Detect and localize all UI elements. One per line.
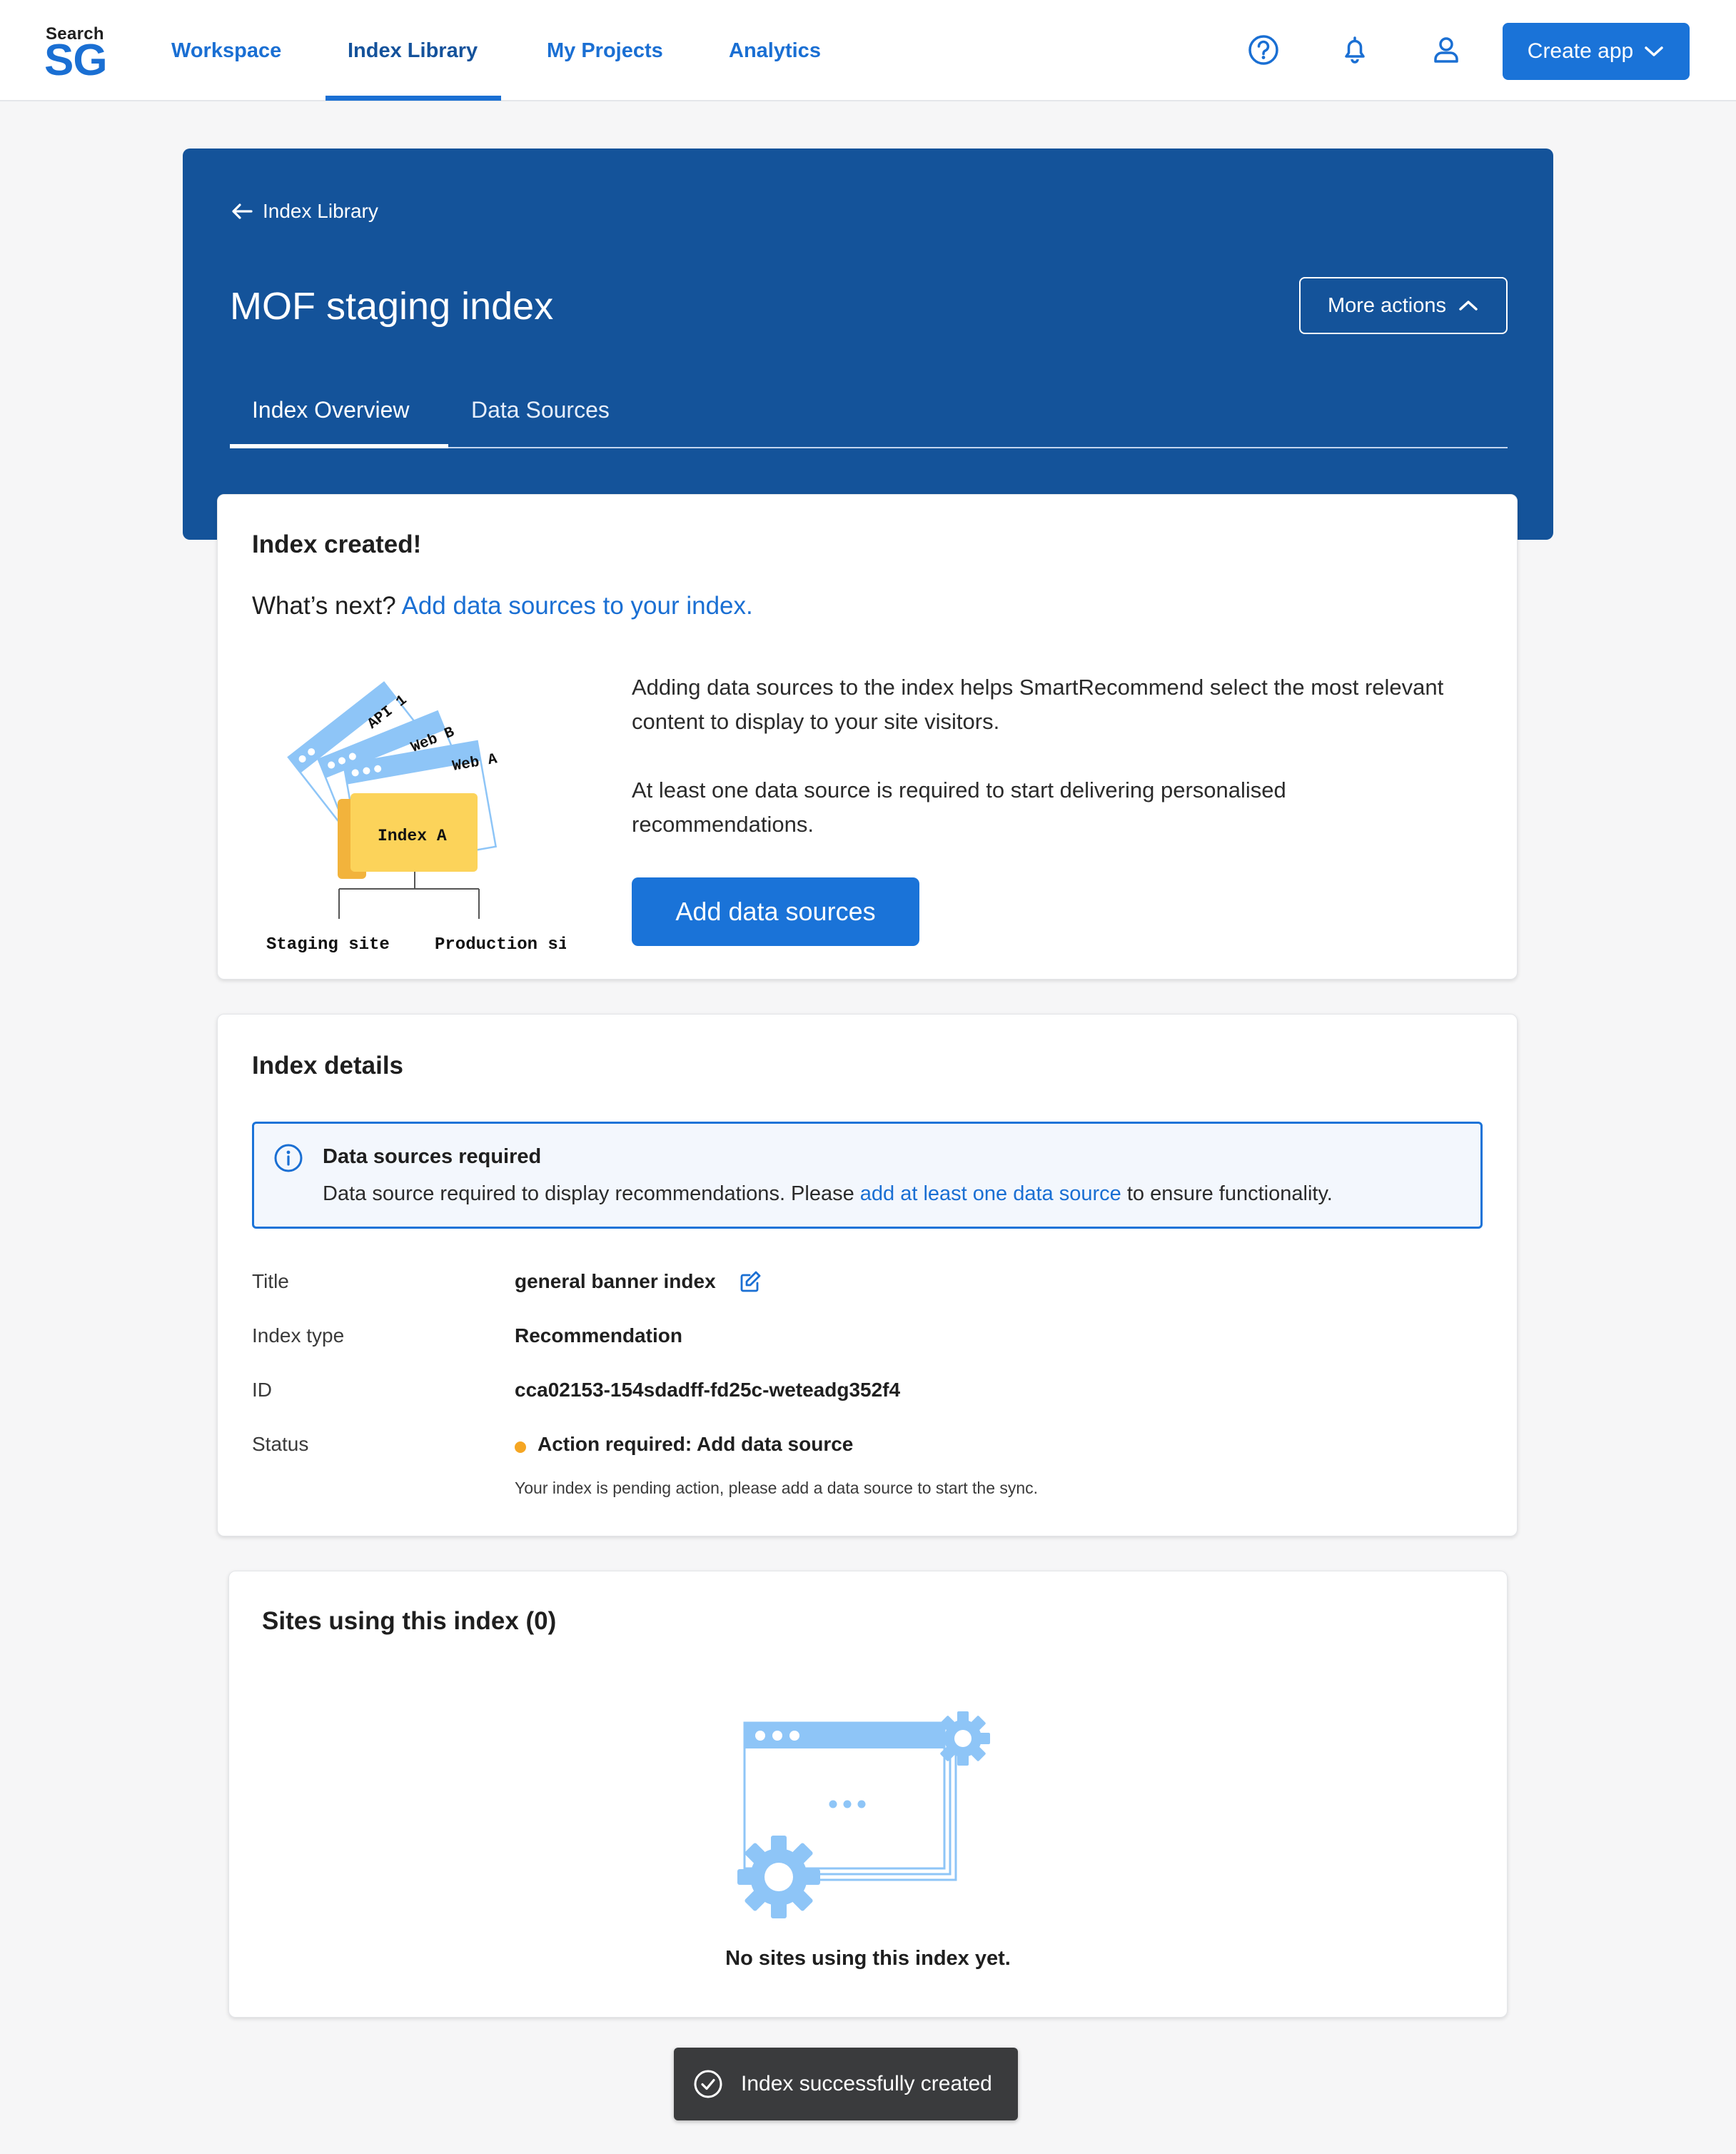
nav-my-projects[interactable]: My Projects: [547, 0, 663, 101]
sites-card-title: Sites using this index (0): [262, 1607, 557, 1635]
folder-label: Index A: [378, 827, 447, 845]
tab-index-overview[interactable]: Index Overview: [252, 397, 410, 423]
alert-text-prefix: Data source required to display recommen…: [323, 1182, 860, 1205]
create-app-button[interactable]: Create app: [1503, 23, 1690, 80]
info-icon: [274, 1144, 303, 1172]
sites-card: Sites using this index (0) No sites usin…: [228, 1571, 1508, 2018]
nav-analytics[interactable]: Analytics: [729, 0, 821, 101]
whats-next-prefix: What’s next?: [252, 592, 402, 620]
edit-icon[interactable]: [737, 1269, 763, 1294]
detail-value-title: general banner index: [515, 1270, 716, 1292]
index-details-title: Index details: [252, 1052, 404, 1079]
page-title: MOF staging index: [230, 285, 554, 328]
check-circle-icon: [694, 2070, 722, 2098]
status-note: Your index is pending action, please add…: [515, 1479, 1039, 1497]
index-illustration: API 1 Web B Web A Index A Staging site P…: [266, 681, 566, 955]
production-site-label: Production site: [435, 935, 566, 955]
detail-value-index-type: Recommendation: [515, 1324, 682, 1347]
more-actions-button[interactable]: More actions: [1299, 277, 1508, 334]
tab-active-indicator: [230, 444, 448, 448]
bell-icon[interactable]: [1336, 31, 1373, 69]
index-details-card: Index details Data sources required Data…: [217, 1014, 1518, 1536]
detail-value-status: Action required: Add data source: [538, 1433, 854, 1455]
searchsg-logo[interactable]: Search SG: [44, 21, 108, 86]
detail-label-id: ID: [252, 1379, 272, 1401]
nav-active-indicator: [326, 96, 501, 101]
empty-sites-illustration: [737, 1711, 990, 1918]
create-app-label: Create app: [1527, 39, 1634, 63]
index-header: Index Library MOF staging index More act…: [183, 149, 1553, 540]
tab-data-sources[interactable]: Data Sources: [471, 397, 610, 423]
alert-text: Data source required to display recommen…: [323, 1182, 1333, 1206]
empty-sites-message: No sites using this index yet.: [725, 1947, 1011, 1970]
user-icon[interactable]: [1428, 31, 1465, 69]
index-created-card: Index created! What’s next? Add data sou…: [217, 494, 1518, 980]
back-link-label: Index Library: [263, 200, 378, 222]
requirement-paragraph: At least one data source is required to …: [632, 777, 1286, 837]
chevron-down-icon: [1645, 46, 1663, 56]
status-indicator-dot: [515, 1441, 526, 1453]
detail-label-index-type: Index type: [252, 1324, 345, 1347]
top-navigation: Search SG Workspace Index Library My Pro…: [0, 0, 1736, 101]
more-actions-label: More actions: [1327, 293, 1446, 317]
arrow-left-icon: [232, 203, 253, 219]
nav-workspace[interactable]: Workspace: [171, 0, 281, 101]
help-icon[interactable]: [1245, 31, 1282, 69]
data-sources-alert: Data sources required Data source requir…: [252, 1122, 1483, 1229]
alert-title: Data sources required: [323, 1145, 542, 1168]
toast-message: Index successfully created: [741, 2072, 992, 2095]
staging-site-label: Staging site: [266, 935, 390, 955]
add-data-source-link[interactable]: add at least one data source: [860, 1182, 1121, 1205]
add-data-sources-button[interactable]: Add data sources: [632, 877, 919, 946]
back-to-index-library[interactable]: Index Library: [230, 200, 378, 223]
alert-text-suffix: to ensure functionality.: [1121, 1182, 1333, 1205]
index-created-title: Index created!: [252, 530, 422, 558]
detail-value-id: cca02153-154sdadff-fd25c-weteadg352f4: [515, 1379, 901, 1401]
intro-paragraph: Adding data sources to the index helps S…: [632, 675, 1444, 734]
add-data-sources-link[interactable]: Add data sources to your index.: [401, 592, 752, 620]
nav-index-library[interactable]: Index Library: [348, 0, 478, 101]
whats-next-line: What’s next? Add data sources to your in…: [252, 592, 753, 620]
detail-label-title: Title: [252, 1270, 289, 1292]
detail-label-status: Status: [252, 1433, 309, 1455]
chevron-up-icon: [1459, 301, 1478, 311]
success-toast: Index successfully created: [674, 2048, 1018, 2120]
logo-big-text: SG: [44, 36, 108, 85]
